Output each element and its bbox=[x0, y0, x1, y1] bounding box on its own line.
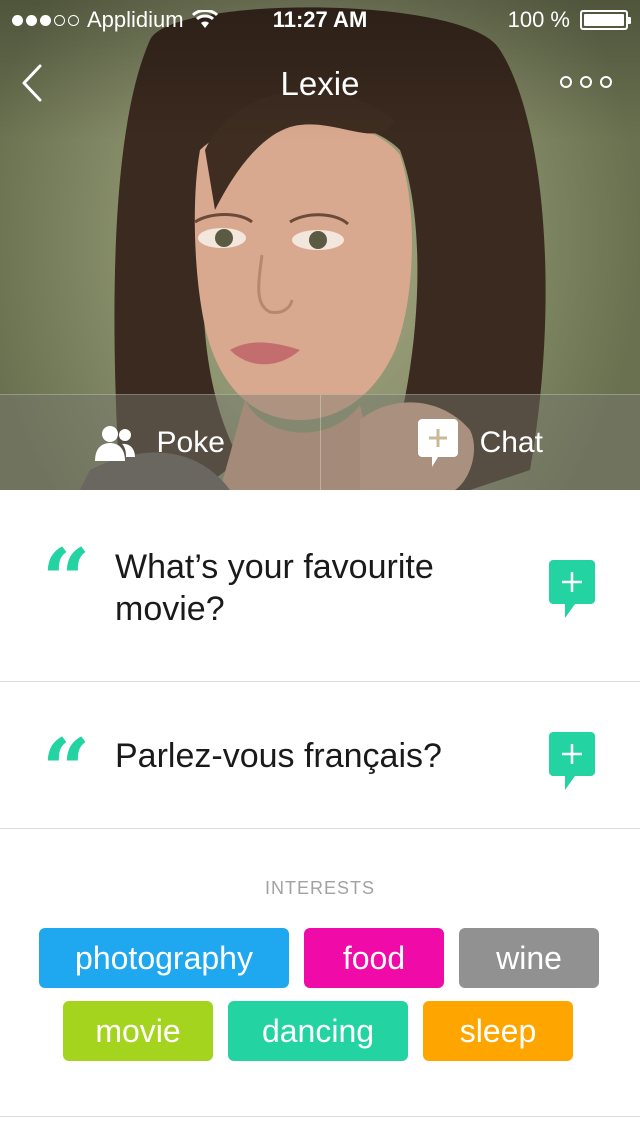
question-text: What’s your favourite movie? bbox=[115, 548, 434, 628]
chat-add-icon[interactable] bbox=[549, 560, 595, 620]
quote-icon: “ bbox=[42, 720, 91, 819]
poke-label: Poke bbox=[156, 426, 225, 459]
status-bar: Applidium 11:27 AM 100 % bbox=[0, 0, 640, 40]
question-text: Parlez-vous français? bbox=[115, 737, 442, 775]
page-title: Lexie bbox=[280, 65, 360, 102]
profile-photo: Applidium 11:27 AM 100 % Lexie Poke Chat bbox=[0, 0, 640, 490]
battery-percent: 100 % bbox=[507, 7, 570, 32]
more-dots-icon[interactable] bbox=[560, 76, 612, 88]
interest-tag-wine[interactable]: wine bbox=[459, 928, 599, 988]
interest-tag-movie[interactable]: movie bbox=[63, 1001, 213, 1061]
chat-add-icon bbox=[417, 419, 458, 467]
interest-tag-sleep[interactable]: sleep bbox=[423, 1001, 573, 1061]
chat-add-icon[interactable] bbox=[549, 732, 595, 792]
action-bar: Poke Chat bbox=[0, 394, 640, 490]
interest-tag-photography[interactable]: photography bbox=[39, 928, 289, 988]
chat-button[interactable]: Chat bbox=[319, 395, 640, 490]
people-icon bbox=[94, 426, 135, 461]
interest-tag-food[interactable]: food bbox=[304, 928, 444, 988]
divider bbox=[0, 1116, 640, 1117]
status-right: 100 % bbox=[507, 0, 631, 40]
quote-icon: “ bbox=[42, 530, 91, 629]
poke-button[interactable]: Poke bbox=[0, 395, 320, 490]
question-card: “ What’s your favourite movie? bbox=[0, 490, 640, 682]
chat-label: Chat bbox=[479, 426, 543, 459]
battery-icon bbox=[580, 10, 631, 30]
interest-tag-dancing[interactable]: dancing bbox=[228, 1001, 408, 1061]
question-card: “ Parlez-vous français? bbox=[0, 682, 640, 829]
interests-heading: INTERESTS bbox=[264, 878, 375, 898]
